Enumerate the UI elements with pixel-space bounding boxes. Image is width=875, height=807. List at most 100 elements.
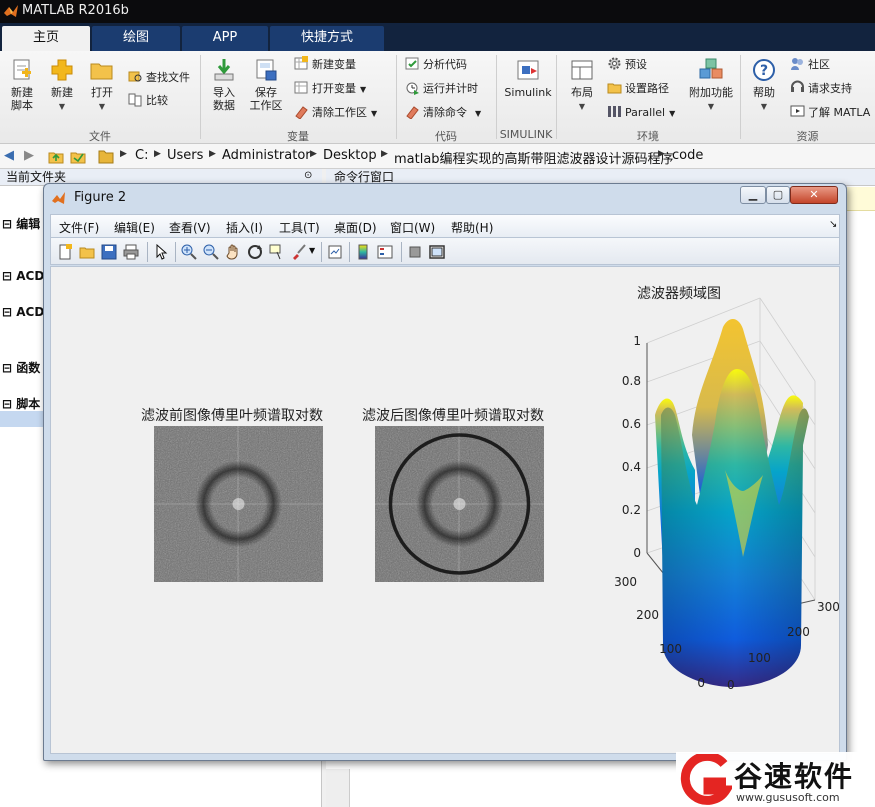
folder-section-edit[interactable]: ⊟ 编辑 [2, 215, 40, 232]
watermark-name: 谷速软件 [734, 760, 855, 793]
menu-window[interactable]: 窗口(W) [390, 219, 435, 236]
path-crumb-drive[interactable]: C: [135, 148, 148, 163]
collapse-icon[interactable]: ⊟ [2, 217, 12, 231]
figure-canvas[interactable]: 滤波前图像傅里叶频谱取对数 滤波后图像傅里叶频谱取对数 滤波器频域图 0 0.2… [50, 266, 840, 754]
back-arrow-icon[interactable]: ◀ [4, 148, 14, 163]
pan-hand-icon[interactable] [225, 244, 241, 260]
browse-folder-icon[interactable] [70, 149, 86, 164]
open-button[interactable]: 打开 ▼ [82, 55, 122, 125]
spectrum-after-image[interactable] [375, 426, 544, 582]
chevron-down-icon[interactable]: ▼ [309, 246, 315, 255]
collapse-icon[interactable]: ⊟ [2, 269, 12, 283]
show-plot-tools-icon[interactable] [429, 244, 445, 260]
set-path-button[interactable]: 设置路径 [607, 80, 669, 98]
menu-edit[interactable]: 编辑(E) [114, 219, 155, 236]
new-button[interactable]: 新建 ▼ [42, 55, 82, 125]
folder-section-acd-2[interactable]: ⊟ ACD [2, 305, 44, 319]
filter-3d-surface-plot[interactable]: 0 0.2 0.4 0.6 0.8 1 300 200 100 0 0 100 … [555, 295, 839, 725]
open-file-icon[interactable] [79, 244, 95, 260]
save-workspace-button[interactable]: 保存 工作区 [246, 55, 286, 125]
path-separator-icon: ▶ [658, 149, 665, 159]
simulink-button[interactable]: Simulink [502, 55, 554, 125]
menu-tools[interactable]: 工具(T) [279, 219, 320, 236]
path-crumb-desktop[interactable]: Desktop [323, 148, 377, 163]
ribbon: 新建 脚本 新建 ▼ 打开 ▼ 查找文件 比较 文件 导入 数据 保存 工作区 … [0, 51, 875, 144]
preferences-button[interactable]: 预设 [607, 56, 647, 74]
menu-file[interactable]: 文件(F) [59, 219, 99, 236]
hide-plot-tools-icon[interactable] [407, 244, 423, 260]
print-icon[interactable] [123, 244, 139, 260]
dock-arrow-icon[interactable]: ↘ [829, 219, 837, 230]
menu-insert[interactable]: 插入(I) [226, 219, 263, 236]
rotate-3d-icon[interactable] [247, 244, 263, 260]
path-crumb-project[interactable]: matlab编程实现的高斯带阻滤波器设计源码程序 [394, 148, 674, 167]
forward-arrow-icon[interactable]: ▶ [24, 148, 34, 163]
save-icon[interactable] [101, 244, 117, 260]
group-label-resources: 资源 [796, 130, 819, 143]
x-tick: 200 [787, 625, 810, 639]
compare-button[interactable]: 比较 [128, 92, 168, 110]
pointer-arrow-icon[interactable] [153, 244, 169, 260]
collapse-icon[interactable]: ⊟ [2, 361, 12, 375]
open-variable-button[interactable]: 打开变量 ▼ [294, 80, 366, 98]
learn-matlab-button[interactable]: 了解 MATLA [790, 104, 870, 122]
new-variable-icon [294, 56, 308, 70]
clear-commands-button[interactable]: 清除命令 ▼ [405, 104, 481, 122]
community-button[interactable]: 社区 [790, 56, 830, 74]
tab-apps[interactable]: APP [182, 26, 268, 51]
main-tab-strip: 主页 绘图 APP 快捷方式 [0, 23, 875, 51]
maximize-button[interactable]: ▢ [766, 186, 790, 204]
path-crumb-administrator[interactable]: Administrator [222, 148, 311, 163]
collapse-icon[interactable]: ⊟ [2, 305, 12, 319]
group-label-variable: 变量 [287, 130, 309, 143]
legend-icon[interactable] [377, 244, 393, 260]
figure-window[interactable]: Figure 2 ▁ ▢ ✕ 文件(F) 编辑(E) 查看(V) 插入(I) 工… [43, 183, 847, 761]
parallel-button[interactable]: Parallel ▼ [607, 104, 675, 122]
path-crumb-code[interactable]: code [672, 148, 703, 163]
addons-button[interactable]: 附加功能 ▼ [686, 55, 736, 125]
tab-home[interactable]: 主页 [2, 26, 90, 51]
folder-section-acd-1[interactable]: ⊟ ACD [2, 269, 44, 283]
new-figure-icon[interactable] [57, 244, 73, 260]
spectrum-before-image[interactable] [154, 426, 323, 582]
tab-plots[interactable]: 绘图 [92, 26, 180, 51]
collapse-icon[interactable]: ⊟ [2, 397, 12, 411]
help-button[interactable]: ? 帮助 ▼ [744, 55, 784, 125]
chevron-down-icon: ▼ [58, 102, 66, 111]
save-workspace-label: 保存 工作区 [249, 86, 283, 112]
up-folder-icon[interactable] [48, 149, 64, 164]
close-button[interactable]: ✕ [790, 186, 838, 204]
new-script-icon [13, 59, 31, 80]
zoom-in-icon[interactable] [181, 244, 197, 260]
data-cursor-icon[interactable] [269, 244, 285, 260]
import-data-button[interactable]: 导入 数据 [204, 55, 244, 125]
analyze-code-button[interactable]: 分析代码 [405, 56, 467, 74]
menu-view[interactable]: 查看(V) [169, 219, 211, 236]
folder-section-scripts[interactable]: ⊟ 脚本 [2, 395, 40, 412]
minimize-button[interactable]: ▁ [740, 186, 766, 204]
toolbar-separator [321, 242, 322, 262]
menu-help[interactable]: 帮助(H) [451, 219, 493, 236]
folder-section-functions[interactable]: ⊟ 函数 [2, 359, 40, 376]
find-files-button[interactable]: 查找文件 [128, 69, 190, 87]
new-variable-button[interactable]: 新建变量 [294, 56, 356, 74]
link-plot-icon[interactable] [327, 244, 343, 260]
brush-icon[interactable] [291, 244, 307, 260]
y-tick: 200 [636, 608, 659, 622]
folder-icon [607, 83, 622, 94]
new-script-button[interactable]: 新建 脚本 [2, 55, 42, 125]
zoom-out-icon[interactable] [203, 244, 219, 260]
tab-shortcuts[interactable]: 快捷方式 [270, 26, 384, 51]
figure-toolbar: ▼ [50, 237, 840, 265]
path-crumb-users[interactable]: Users [167, 148, 203, 163]
clear-commands-icon [406, 106, 419, 119]
layout-button[interactable]: 布局 ▼ [562, 55, 602, 125]
clear-workspace-button[interactable]: 清除工作区 ▼ [294, 104, 377, 122]
selected-file-row[interactable] [0, 411, 44, 427]
run-and-time-button[interactable]: 运行并计时 [405, 80, 478, 98]
z-tick: 1 [633, 334, 641, 348]
menu-desktop[interactable]: 桌面(D) [334, 219, 377, 236]
request-support-button[interactable]: 请求支持 [790, 80, 852, 98]
panel-menu-icon[interactable]: ⊙ [304, 170, 312, 181]
colorbar-icon[interactable] [355, 244, 371, 260]
